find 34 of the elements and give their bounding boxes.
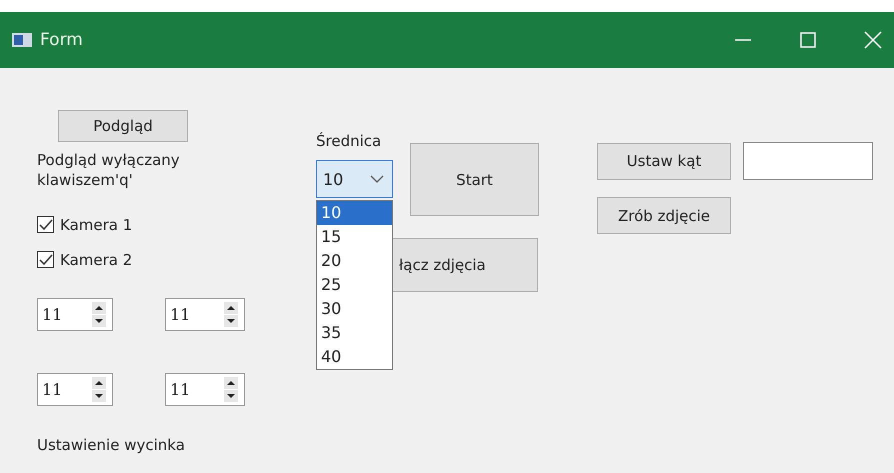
take-photo-button[interactable]: Zrób zdjęcie — [597, 197, 731, 234]
crop-caption: Ustawienie wycinka — [37, 436, 186, 454]
spin-up-icon[interactable] — [92, 377, 106, 389]
checkbox-label: Kamera 1 — [60, 216, 132, 234]
spin-up-icon[interactable] — [224, 377, 238, 389]
angle-input-field[interactable] — [743, 142, 873, 180]
spin-box[interactable]: 11 — [37, 298, 113, 331]
checkbox-label: Kamera 2 — [60, 250, 132, 268]
spin-down-icon[interactable] — [224, 390, 238, 402]
checkbox[interactable] — [37, 216, 54, 233]
spin-up-icon[interactable] — [224, 302, 238, 314]
spin-down-icon[interactable] — [92, 390, 106, 402]
spin-box[interactable]: 11 — [165, 373, 245, 406]
preview-note: Podgląd wyłączany klawiszem'q' — [37, 150, 181, 190]
start-button[interactable]: Start — [410, 143, 539, 216]
dropdown-option[interactable]: 40 — [317, 345, 392, 369]
window-title: Form — [40, 30, 83, 50]
dropdown-option[interactable]: 35 — [317, 321, 392, 345]
maximize-icon[interactable] — [799, 31, 817, 49]
set-angle-button[interactable]: Ustaw kąt — [597, 142, 731, 180]
diameter-label: Średnica — [316, 132, 382, 152]
spin-box[interactable]: 11 — [37, 373, 113, 406]
app-icon — [12, 32, 32, 48]
dropdown-option[interactable]: 30 — [317, 297, 392, 321]
dropdown-option[interactable]: 10 — [317, 201, 392, 225]
spin-up-icon[interactable] — [92, 302, 106, 314]
spin-down-icon[interactable] — [224, 315, 238, 327]
spin-box[interactable]: 11 — [165, 298, 245, 331]
spin-down-icon[interactable] — [92, 315, 106, 327]
preview-button[interactable]: Podgląd — [58, 110, 188, 142]
close-icon[interactable] — [864, 31, 882, 49]
chevron-down-icon — [370, 175, 384, 183]
diameter-dropdown[interactable]: 10 — [316, 160, 393, 198]
checkbox[interactable] — [37, 251, 54, 268]
